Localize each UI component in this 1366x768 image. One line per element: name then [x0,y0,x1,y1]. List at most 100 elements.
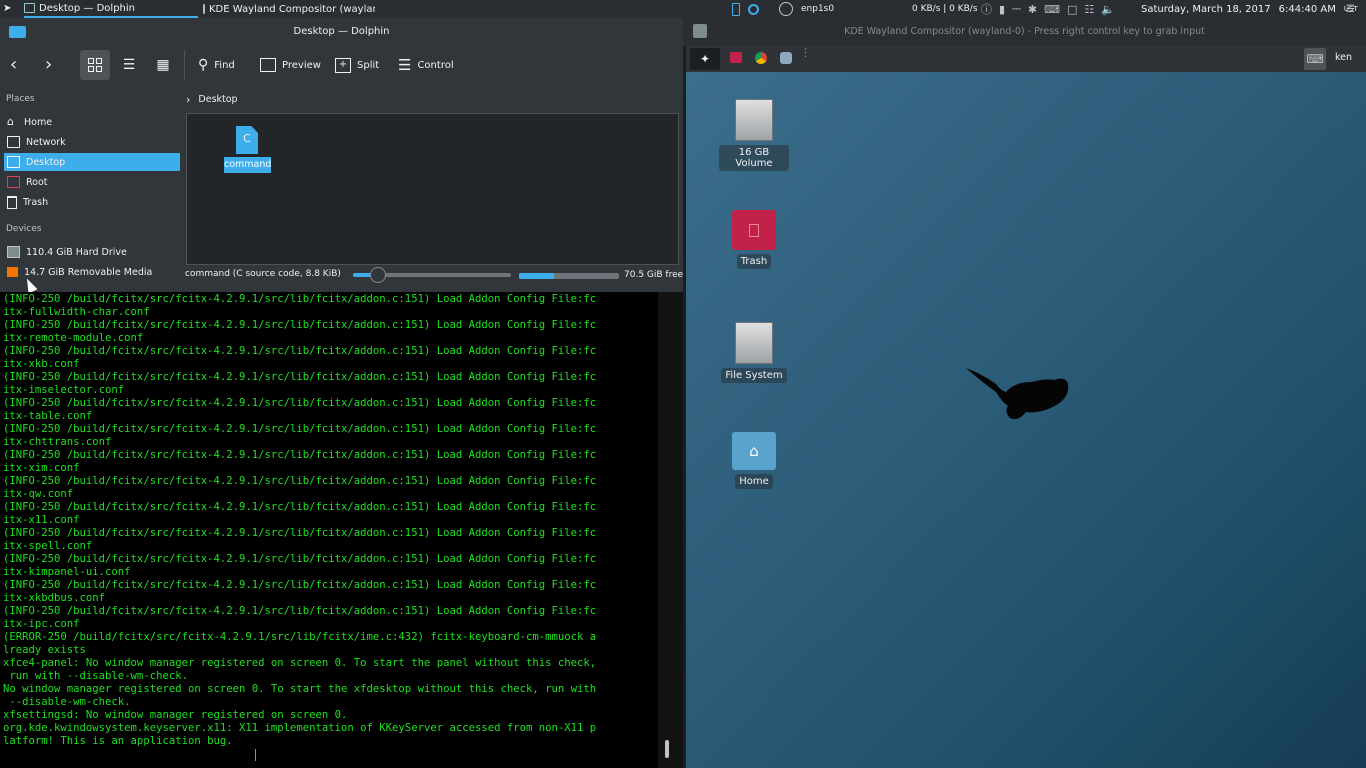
net-speed: 0 KB/s | 0 KB/s [912,4,978,14]
desktop-icon-label: File System [721,368,787,383]
removable-media-icon [7,267,18,277]
desktop-icon [7,156,20,168]
find-button[interactable]: ⚲ Find [198,50,235,80]
desktop-icon-volume[interactable]: 16 GB Volume [719,99,789,171]
place-home[interactable]: ⌂ Home [4,113,180,131]
place-label: Home [24,116,53,128]
desktop-icon-label: Home [735,474,773,489]
panel-separator: ⋮ [800,47,811,66]
battery-icon[interactable]: ▮ [999,3,1005,16]
place-label: Desktop [26,156,66,168]
xfce-mouse-logo [966,368,1069,420]
bluetooth-icon[interactable]: ✱ [1028,3,1037,16]
terminal-window[interactable]: (INFO-250 /build/fcitx/src/fcitx-4.2.9.1… [0,292,658,768]
status-text: command (C source code, 8.8 KiB) [185,269,341,279]
device-hard-drive[interactable]: 110.4 GiB Hard Drive [4,243,180,261]
desktop-icon-label: Trash [736,254,772,269]
keyboard-icon[interactable]: ⌨ [1044,3,1060,16]
notifications-icon[interactable]: ⓘ [981,1,992,17]
storage-icon[interactable] [780,52,792,64]
network-name: enp1s0 [801,4,835,14]
find-label: Find [214,59,235,71]
window-icon [693,24,707,38]
drive-icon [735,99,773,141]
grid-icon [88,58,102,72]
back-button[interactable]: ‹ [10,52,28,78]
list-icon: ☰ [122,57,136,73]
network-icon[interactable] [779,2,793,16]
control-button[interactable]: ☰ Control [398,50,454,80]
display-icon[interactable]: □ [1067,3,1077,16]
file-type-letter: C [243,132,251,145]
control-label: Control [417,59,454,71]
clock[interactable]: Saturday, March 18, 2017 6:44:40 AM UST [1141,0,1358,18]
window-title: Desktop — Dolphin [293,26,390,37]
place-network[interactable]: Network [4,133,180,151]
desktop-icon-label: 16 GB Volume [719,145,789,171]
toolbar-divider [184,50,185,80]
free-space-label: 70.5 GiB free [624,270,684,280]
file-view[interactable] [186,113,679,265]
search-icon: ⚲ [198,57,209,73]
volume-icon[interactable]: 🔈 [1101,3,1115,16]
keyboard-icon[interactable]: ⌨ [1304,48,1326,70]
scrollbar-handle[interactable] [665,740,669,758]
breadcrumb-desktop[interactable]: Desktop [198,94,237,105]
xfce-menu-icon[interactable]: ✦ [690,48,720,70]
chrome-icon[interactable] [755,52,767,64]
place-label: Root [26,176,48,188]
breadcrumb[interactable]: › Desktop [186,91,238,107]
phone-icon[interactable] [732,2,740,16]
terminal-cursor [255,749,256,761]
tree-icon: ▦ [156,57,170,73]
folder-icon [9,26,26,38]
details-view-button[interactable]: ▦ [148,50,178,80]
forward-button[interactable]: › [45,52,63,78]
task-dolphin[interactable]: Desktop — Dolphin [24,0,198,18]
top-panel: ➤ Desktop — Dolphin KDE Wayland Composit… [0,0,1366,18]
usb-icon[interactable]: ⎓ [1012,2,1021,16]
desktop-icon-home[interactable]: ⌂ Home [719,432,789,489]
place-label: Trash [23,196,49,208]
terminal-scrollbar[interactable] [658,292,683,768]
icons-view-button[interactable] [80,50,110,80]
home-icon: ⌂ [7,115,14,128]
network-icon [7,136,20,148]
hard-drive-icon [7,246,20,258]
panel-menu-icon[interactable]: ☰ [1346,0,1355,18]
file-name[interactable]: command [224,157,271,173]
split-button[interactable]: + Split [335,50,379,80]
hamburger-icon: ☰ [398,56,412,74]
device-label: 14.7 GiB Removable Media [24,266,153,278]
place-root[interactable]: Root [4,173,180,191]
wayland-window-title: KDE Wayland Compositor (wayland-0) - Pre… [683,18,1366,46]
clock-date: Saturday, March 18, 2017 [1141,3,1271,15]
terminal-launcher-icon[interactable] [730,52,742,63]
refresh-icon[interactable] [748,3,759,15]
compact-view-button[interactable]: ☰ [114,50,144,80]
desktop-icon-trash[interactable]: Trash [719,210,789,269]
terminal-output: (INFO-250 /build/fcitx/src/fcitx-4.2.9.1… [3,293,597,747]
task-wayland[interactable]: KDE Wayland Compositor (waylan… [203,0,375,18]
places-header: Places [6,94,35,104]
drive-icon [735,322,773,364]
task-label: KDE Wayland Compositor (waylan… [209,3,375,15]
preview-button[interactable]: Preview [260,50,321,80]
trash-bin-glyph [749,224,759,237]
split-icon: + [335,57,351,73]
desktop-icon-file-system[interactable]: File System [719,322,789,383]
chevron-right-icon: › [186,92,191,106]
place-label: Network [26,136,66,148]
xfce-desktop[interactable]: 16 GB Volume Trash File System ⌂ Home [686,72,1366,768]
trash-folder-icon [732,210,776,250]
user-name[interactable]: ken [1335,52,1352,63]
place-desktop[interactable]: Desktop [4,153,180,171]
clipboard-icon[interactable]: ☷ [1084,3,1094,16]
task-label: Desktop — Dolphin [39,2,135,14]
root-folder-icon [7,176,20,188]
devices-header: Devices [6,224,42,234]
clock-time: 6:44:40 AM [1278,3,1336,15]
application-launcher-icon[interactable]: ➤ [3,3,15,15]
folder-icon [24,3,35,13]
place-trash[interactable]: Trash [4,193,180,211]
